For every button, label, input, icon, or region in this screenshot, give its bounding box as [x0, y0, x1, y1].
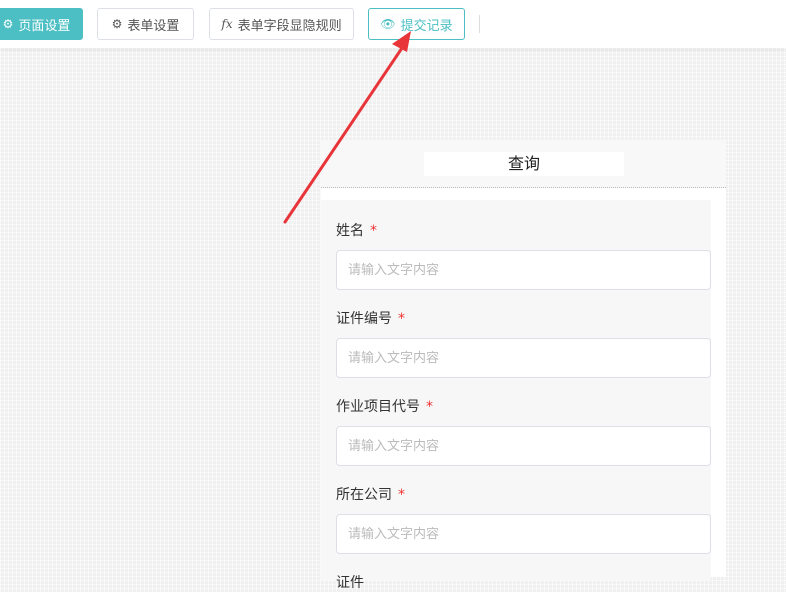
fx-icon: fx — [221, 17, 233, 31]
button-label: 提交记录 — [400, 18, 453, 34]
field-label: 作业项目代号 * — [336, 396, 711, 416]
field-name: 姓名 * — [336, 220, 711, 290]
field-label: 证件编号 * — [336, 308, 711, 328]
form-settings-button[interactable]: ⚙ 表单设置 — [97, 8, 194, 40]
field-company: 所在公司 * — [336, 484, 711, 554]
field-label: 证件 — [336, 572, 711, 592]
gear-icon: ⚙ — [111, 17, 123, 31]
label-text: 作业项目代号 — [336, 399, 420, 415]
form-title: 查询 — [424, 152, 624, 176]
company-input[interactable] — [336, 514, 711, 554]
name-input[interactable] — [336, 250, 711, 290]
field-id-number: 证件编号 * — [336, 308, 711, 378]
label-text: 姓名 — [336, 223, 364, 239]
required-mark: * — [398, 487, 405, 503]
label-text: 证件 — [336, 575, 364, 591]
project-code-input[interactable] — [336, 426, 711, 466]
toolbar-divider — [479, 15, 480, 33]
field-visibility-rules-button[interactable]: fx 表单字段显隐规则 — [209, 8, 354, 40]
id-number-input[interactable] — [336, 338, 711, 378]
eye-icon: 👁 — [380, 17, 396, 31]
gear-icon: ⚙ — [2, 17, 14, 31]
page-settings-button[interactable]: ⚙ 页面设置 — [0, 8, 83, 40]
form-header: 查询 — [321, 140, 726, 188]
form-body: 姓名 * 证件编号 * 作业项目代号 * 所在公司 * 证件 — [321, 200, 711, 591]
label-text: 证件编号 — [336, 311, 392, 327]
label-text: 所在公司 — [336, 487, 392, 503]
required-mark: * — [426, 399, 433, 415]
field-certificate: 证件 — [336, 572, 711, 592]
required-mark: * — [398, 311, 405, 327]
required-mark: * — [370, 223, 377, 239]
button-label: 表单字段显隐规则 — [237, 18, 342, 34]
button-label: 页面设置 — [18, 18, 71, 34]
field-label: 所在公司 * — [336, 484, 711, 504]
form-preview: 查询 姓名 * 证件编号 * 作业项目代号 * 所在公司 * 证件 — [321, 140, 726, 591]
button-label: 表单设置 — [127, 18, 180, 34]
field-label: 姓名 * — [336, 220, 711, 240]
field-project-code: 作业项目代号 * — [336, 396, 711, 466]
submission-records-button[interactable]: 👁 提交记录 — [368, 8, 465, 40]
toolbar: ⚙ 页面设置 ⚙ 表单设置 fx 表单字段显隐规则 👁 提交记录 — [0, 0, 786, 48]
